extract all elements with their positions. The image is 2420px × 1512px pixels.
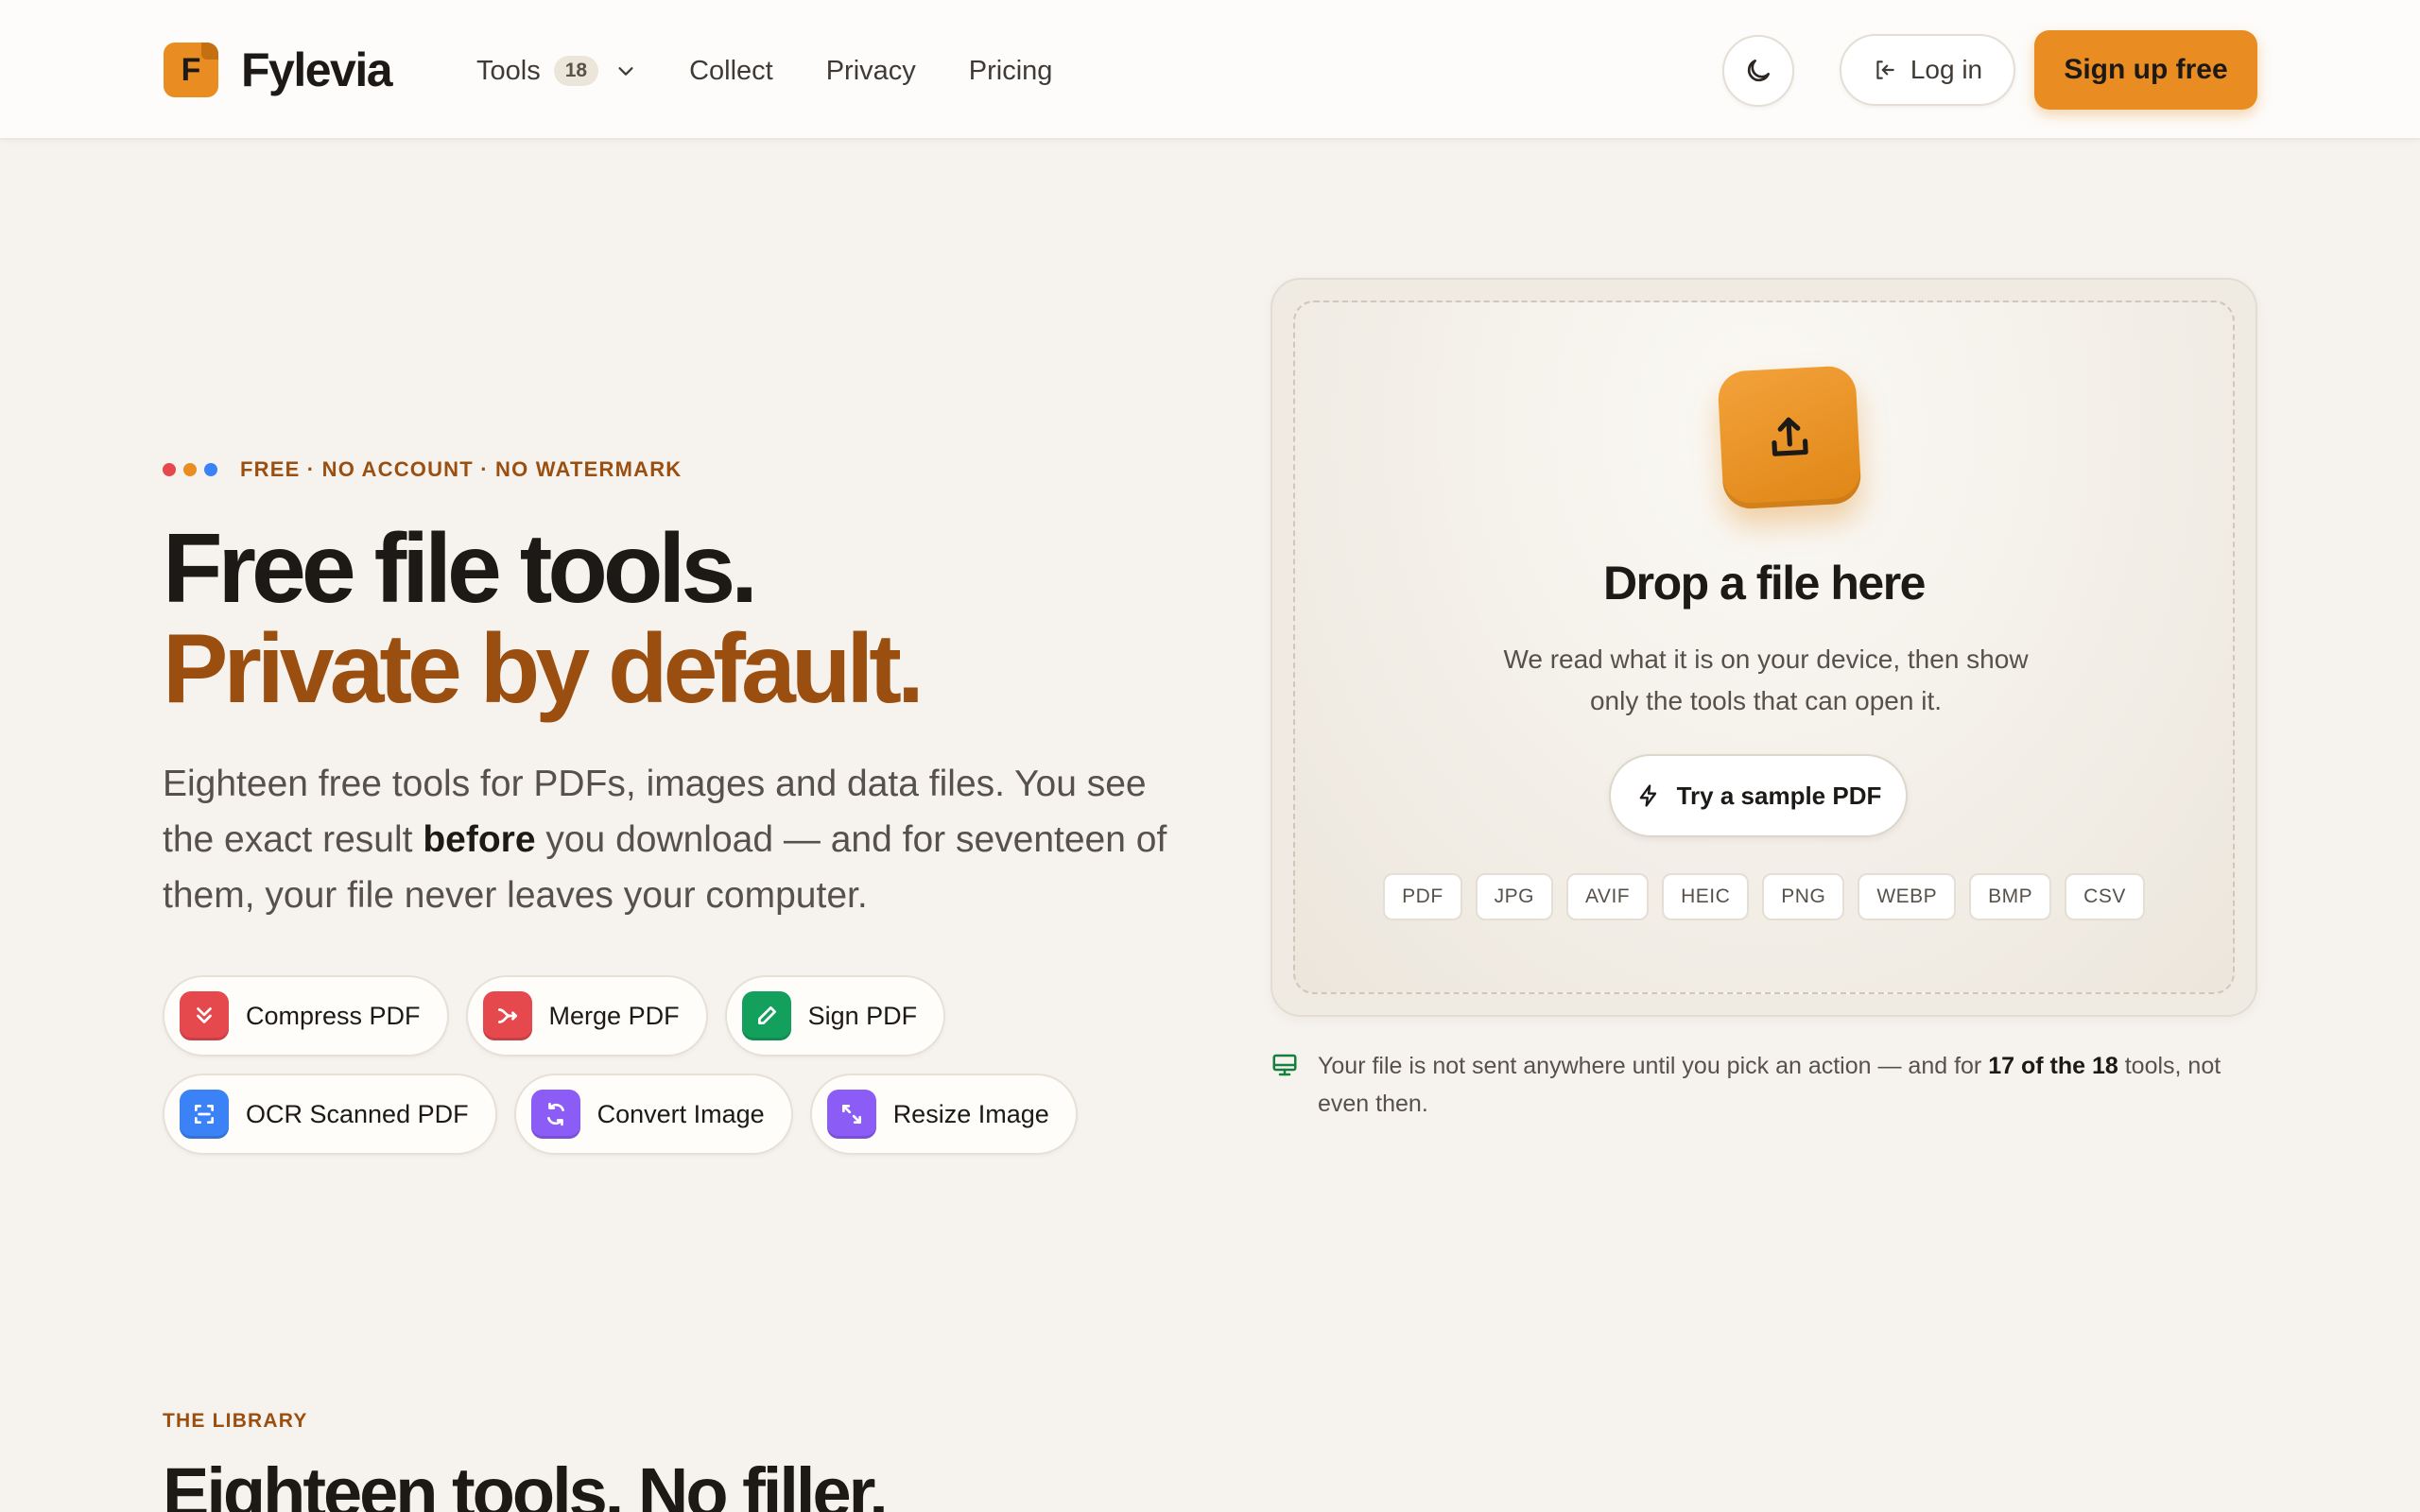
merge-arrow-icon xyxy=(482,991,532,1040)
eyebrow-dot-blue xyxy=(204,463,217,476)
logo-mark-icon: F xyxy=(164,43,218,97)
brand-name: Fylevia xyxy=(241,43,393,96)
hero-title-line-1: Free file tools. xyxy=(163,514,758,624)
chip-resize-image[interactable]: Resize Image xyxy=(809,1074,1078,1155)
drop-title: Drop a file here xyxy=(1603,557,1927,610)
lightning-icon xyxy=(1639,784,1656,807)
main-nav: Tools 18 Collect Privacy Pricing xyxy=(476,49,1105,93)
signup-button[interactable]: Sign up free xyxy=(2034,30,2257,110)
chip-convert-image[interactable]: Convert Image xyxy=(513,1074,793,1155)
chip-compress-pdf[interactable]: Compress PDF xyxy=(163,975,449,1057)
format-tag: HEIC xyxy=(1662,873,1750,920)
refresh-icon xyxy=(530,1090,580,1139)
privacy-note-text: Your file is not sent anywhere until you… xyxy=(1318,1047,2273,1123)
library-eyebrow: THE LIBRARY xyxy=(163,1410,308,1432)
privacy-note: Your file is not sent anywhere until you… xyxy=(1270,1047,2273,1123)
file-drop-card: Drop a file here We read what it is on y… xyxy=(1270,278,2257,1017)
chip-row-1: Compress PDF Merge PDF Sign PDF xyxy=(163,975,1108,1057)
nav-tools-label: Tools xyxy=(476,55,541,86)
chip-label: Compress PDF xyxy=(246,1001,421,1030)
chip-label: Convert Image xyxy=(596,1099,765,1128)
chip-label: Merge PDF xyxy=(548,1001,680,1030)
library-title: Eighteen tools. No filler. xyxy=(163,1453,889,1512)
supported-formats: PDF JPG AVIF HEIC PNG WEBP BMP CSV xyxy=(1295,873,2233,920)
note-bold: 17 of the 18 xyxy=(1988,1053,2118,1079)
pen-icon xyxy=(741,991,791,1040)
login-icon xyxy=(1876,60,1894,79)
format-tag: BMP xyxy=(1969,873,2052,920)
moon-icon xyxy=(1747,59,1770,82)
tools-count-badge: 18 xyxy=(553,56,599,86)
format-tag: CSV xyxy=(2065,873,2145,920)
eyebrow-dot-orange xyxy=(183,463,197,476)
note-part-1: Your file is not sent anywhere until you… xyxy=(1318,1053,1989,1079)
format-tag: AVIF xyxy=(1565,873,1650,920)
monitor-icon xyxy=(1272,1054,1297,1076)
theme-toggle-button[interactable] xyxy=(1722,35,1794,107)
try-sample-pdf-button[interactable]: Try a sample PDF xyxy=(1609,754,1908,837)
nav-tools-dropdown[interactable]: Tools 18 xyxy=(476,56,636,87)
chevrons-down-icon xyxy=(180,991,229,1040)
eyebrow-dot-red xyxy=(163,463,176,476)
chip-ocr-scanned-pdf[interactable]: OCR Scanned PDF xyxy=(163,1074,497,1155)
drop-subtitle: We read what it is on your device, then … xyxy=(1503,644,2029,715)
eyebrow-text: FREE · NO ACCOUNT · NO WATERMARK xyxy=(240,457,683,481)
format-tag: PNG xyxy=(1762,873,1845,920)
site-header: F Fylevia Tools 18 Collect Privacy Prici… xyxy=(0,0,2420,140)
chip-label: Resize Image xyxy=(892,1099,1049,1128)
format-tag: JPG xyxy=(1475,873,1553,920)
brand-logo[interactable]: F Fylevia xyxy=(164,42,393,98)
chip-merge-pdf[interactable]: Merge PDF xyxy=(465,975,708,1057)
expand-icon xyxy=(826,1090,876,1139)
sample-label: Try a sample PDF xyxy=(1676,781,1882,810)
chip-label: OCR Scanned PDF xyxy=(246,1099,469,1128)
hero-description: Eighteen free tools for PDFs, images and… xyxy=(163,756,1202,923)
chevron-down-icon xyxy=(618,67,633,76)
format-tag: PDF xyxy=(1383,873,1462,920)
chip-sign-pdf[interactable]: Sign PDF xyxy=(724,975,946,1057)
nav-pricing[interactable]: Pricing xyxy=(969,56,1053,87)
nav-collect[interactable]: Collect xyxy=(689,56,773,87)
upload-icon[interactable] xyxy=(1717,365,1862,510)
hero-eyebrow: FREE · NO ACCOUNT · NO WATERMARK xyxy=(163,457,682,482)
chip-label: Sign PDF xyxy=(807,1001,918,1030)
quick-tool-chips: Compress PDF Merge PDF Sign PDF OCR Scan… xyxy=(163,975,1108,1172)
nav-privacy[interactable]: Privacy xyxy=(826,56,916,87)
hero-title-line-2: Private by default. xyxy=(163,614,925,724)
format-tag: WEBP xyxy=(1858,873,1957,920)
login-label: Log in xyxy=(1910,55,1983,84)
chip-row-2: OCR Scanned PDF Convert Image Resize Ima… xyxy=(163,1074,1108,1155)
file-drop-zone[interactable]: Drop a file here We read what it is on y… xyxy=(1293,301,2235,994)
lede-bold: before xyxy=(423,819,536,860)
scan-icon xyxy=(180,1090,229,1139)
logo-letter: F xyxy=(181,51,201,88)
login-button[interactable]: Log in xyxy=(1840,34,2015,106)
